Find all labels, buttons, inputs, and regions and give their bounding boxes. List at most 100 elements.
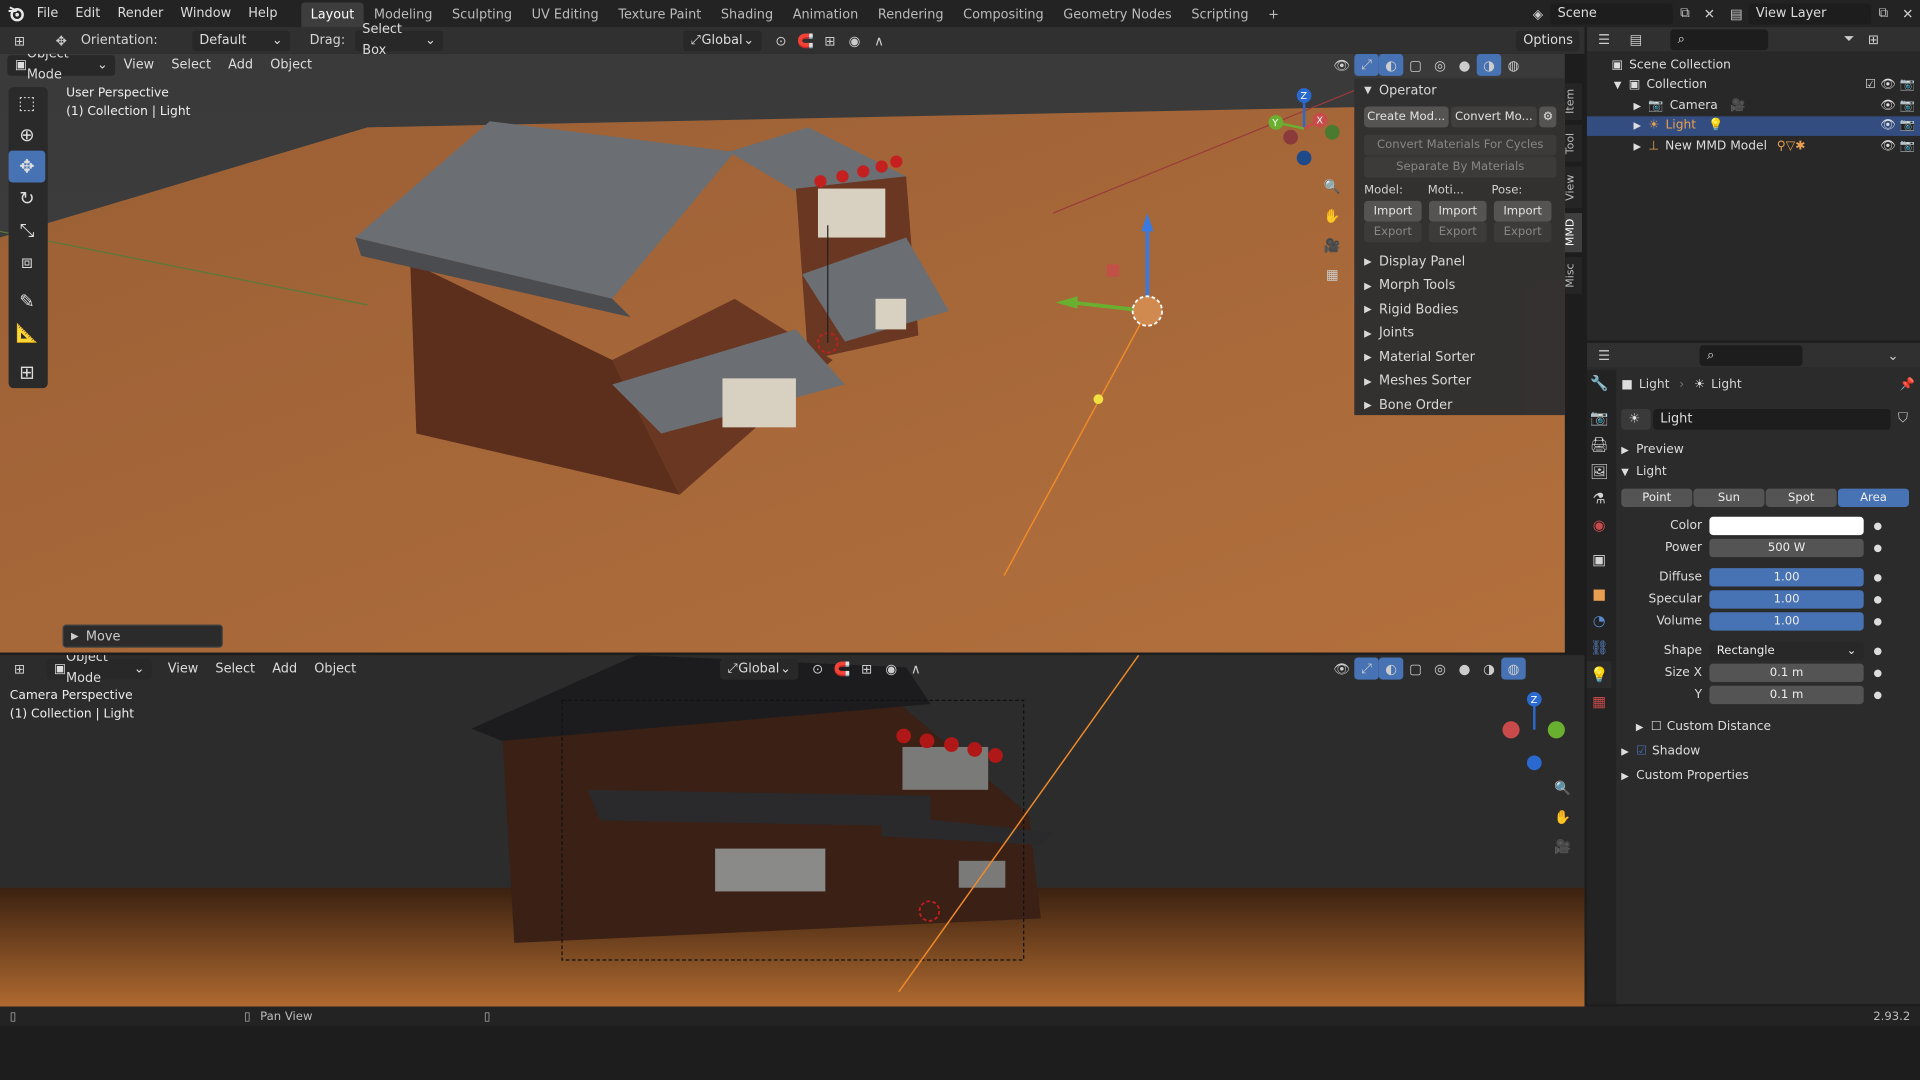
overlay-icon[interactable]: ◐ [1378,657,1404,680]
pan-hand-icon[interactable]: ✋ [1320,201,1344,230]
outliner-item-mmd-model[interactable]: ▶ ⊥ New MMD Model ⚲ ▽ ✱ 👁 📷 [1587,136,1920,156]
view-layer-icon[interactable]: ▤ [1724,2,1748,24]
size-y-field[interactable]: 0.1 m [1709,685,1864,704]
keyframe-dot-icon[interactable]: ● [1873,593,1882,604]
blender-logo-icon[interactable] [4,2,28,24]
outliner-item-camera[interactable]: ▶ 📷 Camera 🎥 👁 📷 [1587,96,1920,116]
scene-icon[interactable]: ◈ [1526,2,1550,24]
delete-scene-icon[interactable]: ✕ [1697,2,1721,24]
menu-render[interactable]: Render [109,6,172,21]
cursor-icon[interactable]: ⊕ [9,119,46,151]
tab-geometry-nodes[interactable]: Geometry Nodes [1054,2,1182,26]
falloff-icon[interactable]: ∧ [904,658,928,680]
operator-panel-header[interactable]: ▼ Operator [1354,78,1565,101]
annotate-icon[interactable]: ✎ [9,285,46,317]
ortho-grid-icon[interactable]: ▦ [1320,260,1344,289]
falloff-icon[interactable]: ∧ [867,29,891,51]
solid-shading-icon[interactable]: ● [1452,54,1476,76]
datablock-name-field[interactable]: Light [1652,408,1891,430]
last-operator-panel[interactable]: ▶ Move [62,624,223,648]
eye-icon[interactable]: 👁 [1880,119,1896,132]
editor-type-icon[interactable]: ☰ [1592,344,1616,366]
render-camera-icon[interactable]: 📷 [1900,99,1915,112]
editor-type-icon[interactable]: ☰ [1592,28,1616,50]
snap-target-icon[interactable]: ⊞ [855,658,879,680]
measure-icon[interactable]: 📐 [9,317,46,349]
light-type-spot[interactable]: Spot [1765,487,1837,507]
scene-tab-icon[interactable]: ⚗ [1587,485,1611,512]
snap-icon[interactable]: 🧲 [793,29,817,51]
eye-icon[interactable]: 👁 [1880,79,1896,92]
proportional-edit-icon[interactable]: ◉ [879,658,903,680]
eye-icon[interactable]: 👁 [1880,99,1896,112]
light-type-sun[interactable]: Sun [1693,487,1765,507]
export-pose-button[interactable]: Export [1493,221,1552,243]
solid-shading-icon[interactable]: ● [1452,658,1476,680]
camera-view-icon[interactable]: 🎥 [1550,831,1574,860]
rigid-bodies-row[interactable]: ▶ Rigid Bodies [1354,298,1565,322]
delete-view-layer-icon[interactable]: ✕ [1896,2,1920,24]
volume-slider[interactable]: 1.00 [1709,611,1864,631]
drag-dropdown[interactable]: Select Box ⌄ [354,22,444,58]
viewport-bottom-menu-object[interactable]: Object [306,661,365,676]
rendered-shading-icon[interactable]: ◍ [1501,54,1525,76]
sidebar-tab-item[interactable]: Item [1564,83,1583,121]
navigation-gizmo[interactable]: Z Y X [1261,86,1347,172]
select-box-icon[interactable]: ⬚ [9,87,46,119]
render-camera-icon[interactable]: 📷 [1900,119,1915,132]
editor-type-icon[interactable]: ⊞ [7,658,31,680]
sidebar-tab-misc[interactable]: Misc [1564,257,1583,294]
outliner-item-light[interactable]: ▶ ☀ Light 💡 👁 📷 [1586,115,1920,136]
menu-edit[interactable]: Edit [67,6,109,21]
import-motion-button[interactable]: Import [1428,200,1487,222]
menu-help[interactable]: Help [240,6,286,21]
wireframe-shading-icon[interactable]: ◎ [1428,54,1452,76]
transform-icon[interactable]: ⧈ [9,246,46,278]
add-cube-icon[interactable]: ⊞ [9,356,46,388]
bone-order-row[interactable]: ▶ Bone Order [1354,393,1565,417]
viewport-menu-select[interactable]: Select [163,58,220,73]
mode-dropdown[interactable]: ▣ Object Mode ⌄ [7,54,116,82]
keyframe-dot-icon[interactable]: ● [1873,689,1882,700]
viewport-3d-top[interactable]: ▣ Object Mode ⌄ View Select Add Object 👁 ⤢… [0,53,1565,653]
keyframe-dot-icon[interactable]: ● [1873,645,1882,656]
custom-properties-row[interactable]: ▶ Custom Properties [1621,764,1915,786]
xray-icon[interactable]: ▢ [1403,658,1427,680]
viewport-3d-bottom[interactable]: ⊞ ▣ Object Mode ⌄ View Select Add Object ⤢… [0,655,1585,1007]
editor-type-icon[interactable]: ⊞ [7,29,31,51]
zoom-icon[interactable]: 🔍 [1320,171,1344,200]
light-type-area[interactable]: Area [1837,487,1909,507]
chevron-down-icon[interactable]: ⌄ [1881,344,1905,366]
checkbox-icon[interactable]: ☐ [1651,719,1662,732]
options-dropdown[interactable]: Options [1515,30,1580,52]
transform-orientation-dropdown[interactable]: ⤢ Global ⌄ [683,30,762,51]
tab-animation[interactable]: Animation [783,2,868,26]
tab-scripting[interactable]: Scripting [1182,2,1259,26]
fake-user-shield-icon[interactable]: ⛉ [1891,408,1915,430]
pivot-icon[interactable]: ⊙ [769,29,793,51]
tab-layout[interactable]: Layout [300,2,365,27]
tab-shading[interactable]: Shading [711,2,783,26]
viewport-menu-add[interactable]: Add [220,58,262,73]
scene-name-field[interactable]: Scene [1550,3,1673,24]
navigation-gizmo-bottom[interactable]: Z [1496,687,1569,773]
power-field[interactable]: 500 W [1709,538,1864,557]
material-shading-icon[interactable]: ◑ [1477,658,1501,680]
new-view-layer-icon[interactable]: ⧉ [1871,2,1895,24]
display-panel-row[interactable]: ▶ Display Panel [1354,250,1565,274]
joints-row[interactable]: ▶ Joints [1354,321,1565,345]
camera-view-icon[interactable]: 🎥 [1320,230,1344,259]
tab-uv-editing[interactable]: UV Editing [522,2,609,26]
export-model-button[interactable]: Export [1364,221,1422,243]
light-type-point[interactable]: Point [1621,487,1693,507]
tab-compositing[interactable]: Compositing [953,2,1053,26]
sidebar-tab-view[interactable]: View [1564,166,1583,209]
snap-target-icon[interactable]: ⊞ [818,29,842,51]
checked-checkbox-icon[interactable]: ☑ [1636,744,1647,757]
render-tab-icon[interactable]: 📷 [1587,404,1611,431]
pan-hand-icon[interactable]: ✋ [1550,802,1574,831]
settings-icon[interactable]: ⚙ [1539,106,1557,128]
menu-window[interactable]: Window [172,6,240,21]
rendered-shading-icon[interactable]: ◍ [1501,657,1526,680]
light-data-browse-icon[interactable]: ☀ [1621,408,1651,430]
